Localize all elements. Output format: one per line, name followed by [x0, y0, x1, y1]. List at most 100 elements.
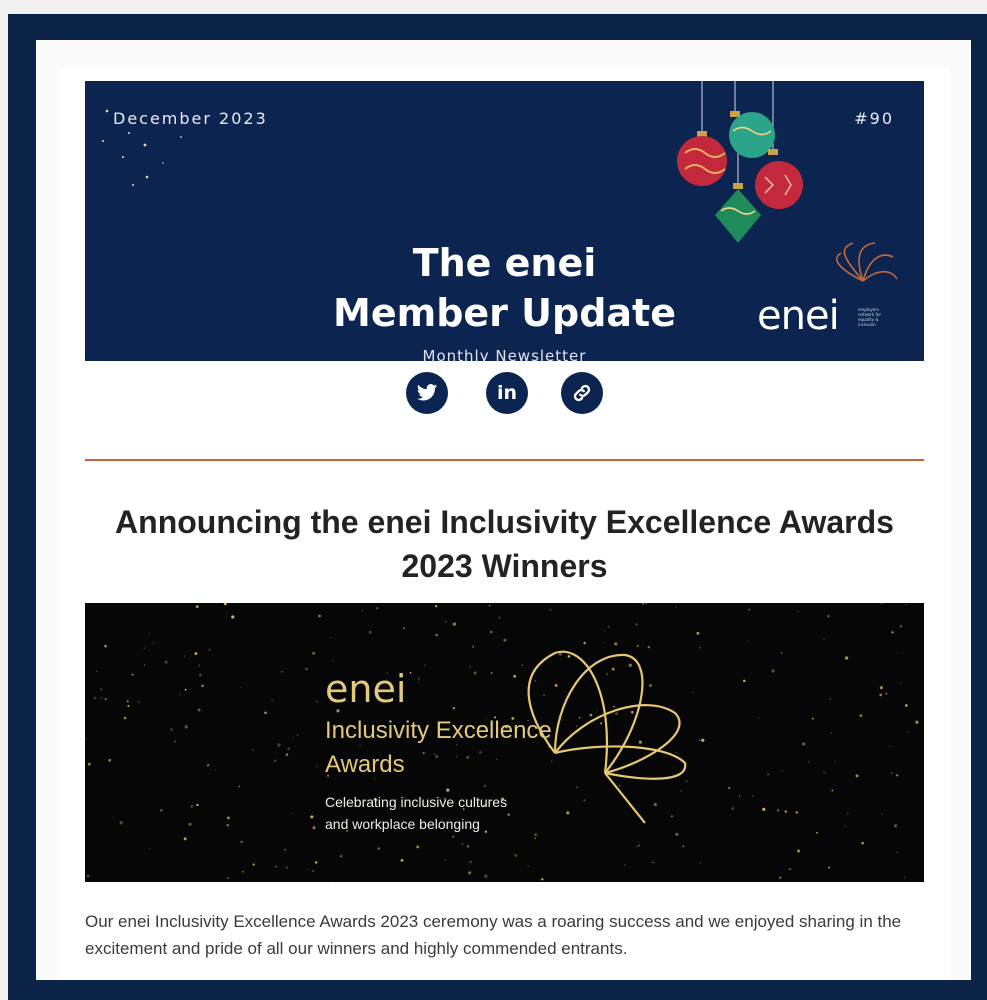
gold-sparkle	[292, 737, 294, 739]
gold-sparkle	[361, 610, 363, 612]
gold-sparkle	[240, 687, 242, 689]
gold-sparkle	[435, 605, 438, 608]
gold-sparkle	[607, 626, 610, 629]
gold-sparkle	[534, 679, 537, 682]
gold-sparkle	[630, 710, 634, 714]
gold-sparkle	[685, 780, 688, 783]
awards-title-line2: Awards	[325, 751, 405, 778]
gold-sparkle	[238, 785, 240, 788]
gold-sparkle	[201, 684, 204, 688]
gold-sparkle	[649, 684, 652, 687]
gold-sparkle	[227, 816, 230, 820]
gold-sparkle	[899, 624, 903, 628]
gold-sparkle	[231, 615, 235, 619]
linkedin-icon: in	[496, 382, 518, 404]
gold-sparkle	[583, 799, 586, 802]
link-icon	[573, 384, 591, 402]
gold-sparkle	[409, 671, 412, 674]
gold-sparkle	[682, 845, 685, 848]
gold-sparkle	[445, 621, 447, 623]
gold-sparkle	[811, 717, 814, 720]
gold-sparkle	[456, 755, 458, 757]
gold-sparkle	[402, 627, 406, 630]
gold-sparkle	[184, 688, 187, 691]
gold-sparkle	[638, 844, 640, 847]
gold-sparkle	[198, 664, 201, 667]
gold-sparkle	[104, 697, 107, 701]
gold-sparkle	[675, 832, 679, 837]
gold-sparkle	[797, 611, 799, 613]
gold-sparkle	[789, 868, 791, 871]
gold-sparkle	[435, 633, 438, 637]
gold-sparkle	[108, 758, 112, 762]
gold-sparkle	[879, 686, 883, 690]
gold-sparkle	[728, 787, 731, 790]
gold-sparkle	[312, 826, 316, 830]
gold-sparkle	[859, 714, 863, 718]
gold-sparkle	[318, 614, 321, 618]
gold-sparkle	[507, 813, 510, 816]
gold-sparkle	[904, 704, 908, 707]
gold-sparkle	[900, 682, 902, 684]
copy-link-button[interactable]	[561, 372, 603, 414]
gold-sparkle	[907, 731, 909, 733]
gold-sparkle	[834, 761, 836, 763]
twitter-icon	[416, 384, 438, 401]
gold-sparkle	[905, 603, 907, 605]
gold-sparkle	[284, 848, 287, 851]
gold-sparkle	[831, 789, 834, 792]
gold-sparkle	[823, 771, 825, 774]
gold-sparkle	[368, 630, 372, 634]
gold-sparkle	[554, 683, 558, 687]
gold-sparkle	[194, 652, 198, 655]
gold-sparkle	[416, 845, 420, 849]
gold-sparkle	[738, 795, 741, 798]
gold-sparkle	[170, 728, 173, 731]
gold-sparkle	[312, 651, 316, 655]
gold-sparkle	[638, 740, 642, 744]
gold-sparkle	[891, 631, 894, 634]
gold-sparkle	[223, 603, 227, 606]
gold-sparkle	[879, 693, 883, 697]
gold-sparkle	[575, 725, 578, 727]
twitter-share-button[interactable]	[406, 372, 448, 414]
gold-sparkle	[797, 849, 800, 853]
gold-sparkle	[87, 762, 91, 766]
gold-sparkle	[280, 670, 283, 673]
gold-sparkle	[484, 830, 488, 833]
gold-sparkle	[422, 752, 425, 754]
gold-sparkle	[567, 655, 571, 658]
gold-sparkle	[549, 608, 552, 611]
gold-sparkle	[190, 804, 194, 808]
gold-sparkle	[359, 744, 361, 746]
gold-sparkle	[483, 784, 486, 788]
gold-sparkle	[675, 752, 677, 754]
gold-sparkle	[675, 606, 677, 608]
gold-sparkle	[495, 758, 498, 761]
gold-sparkle	[543, 694, 545, 696]
gold-sparkle	[521, 664, 524, 666]
gold-sparkle	[271, 700, 273, 702]
gold-sparkle	[795, 811, 798, 814]
gold-sparkle	[479, 751, 482, 754]
gold-sparkle	[534, 837, 537, 840]
gold-sparkle	[780, 651, 783, 654]
gold-sparkle	[829, 698, 832, 700]
gold-sparkle	[551, 760, 553, 762]
gold-sparkle	[896, 851, 898, 853]
gold-sparkle	[514, 853, 518, 858]
gold-sparkle	[752, 795, 754, 797]
gold-sparkle	[252, 749, 254, 752]
gold-sparkle	[698, 739, 701, 741]
gold-sparkle	[771, 669, 775, 673]
gold-sparkle	[173, 740, 176, 743]
gold-sparkle	[636, 644, 640, 648]
gold-sparkle	[207, 764, 210, 767]
gold-sparkle	[699, 647, 701, 649]
gold-sparkle	[615, 712, 619, 716]
gold-sparkle	[633, 604, 635, 606]
gold-sparkle	[119, 821, 123, 825]
linkedin-share-button[interactable]: in	[486, 372, 528, 414]
gold-sparkle	[468, 871, 472, 875]
gold-sparkle	[444, 859, 446, 861]
